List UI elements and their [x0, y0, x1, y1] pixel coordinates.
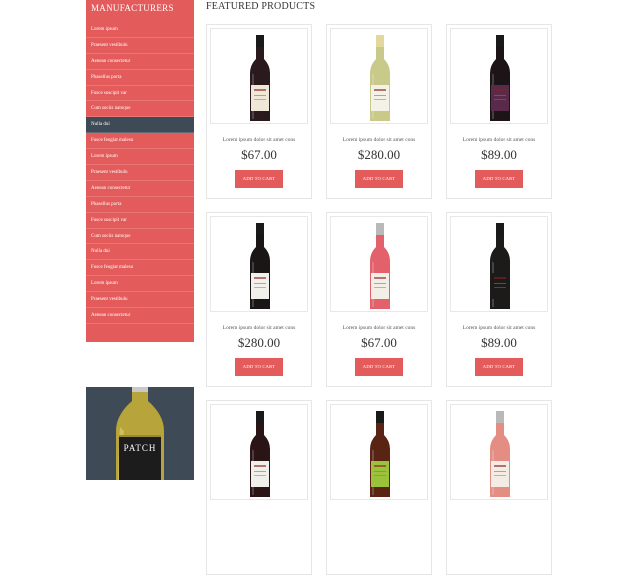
- product-card[interactable]: Lorem ipsum dolor sit amet cons $89.00 ADD…: [446, 212, 552, 387]
- promo-banner[interactable]: PATCH: [86, 387, 194, 480]
- manufacturer-link[interactable]: Aenean consectetur: [86, 54, 194, 70]
- manufacturer-link[interactable]: Lorem ipsum: [86, 149, 194, 166]
- add-to-cart-button[interactable]: ADD TO CART: [475, 358, 523, 376]
- product-image[interactable]: [210, 28, 308, 124]
- add-to-cart-button[interactable]: ADD TO CART: [235, 170, 283, 188]
- product-card[interactable]: Lorem ipsum dolor sit amet cons $67.00 ADD…: [326, 212, 432, 387]
- product-image[interactable]: [210, 216, 308, 312]
- product-card[interactable]: [206, 400, 312, 575]
- product-image[interactable]: [330, 28, 428, 124]
- add-to-cart-button[interactable]: ADD TO CART: [355, 358, 403, 376]
- manufacturer-link[interactable]: Fusce suscipit var: [86, 86, 194, 102]
- manufacturer-link[interactable]: Lorem ipsum: [86, 276, 194, 293]
- product-price: $67.00: [241, 147, 277, 162]
- product-image[interactable]: [210, 404, 308, 500]
- add-to-cart-button[interactable]: ADD TO CART: [475, 170, 523, 188]
- product-description: Lorem ipsum dolor sit amet cons: [222, 325, 296, 331]
- product-image[interactable]: [450, 28, 548, 124]
- manufacturer-link[interactable]: Aenean consectetur: [86, 181, 194, 197]
- product-description: Lorem ipsum dolor sit amet cons: [462, 137, 536, 143]
- product-card[interactable]: Lorem ipsum dolor sit amet cons $280.00 AD…: [326, 24, 432, 199]
- sidebar-title: MANUFACTURERS: [91, 3, 174, 13]
- product-card[interactable]: [446, 400, 552, 575]
- manufacturer-link[interactable]: Praesent vestibulu: [86, 38, 194, 54]
- product-price: $280.00: [357, 147, 401, 162]
- product-description: Lorem ipsum dolor sit amet cons: [342, 325, 416, 331]
- product-description: Lorem ipsum dolor sit amet cons: [462, 325, 536, 331]
- product-image[interactable]: [330, 404, 428, 500]
- manufacturer-link[interactable]: Fusce feugiat malesu: [86, 133, 194, 150]
- manufacturer-list: Lorem ipsum Praesent vestibulu Aenean cons…: [86, 22, 194, 324]
- product-card[interactable]: Lorem ipsum dolor sit amet cons $67.00 ADD…: [206, 24, 312, 199]
- product-image[interactable]: [450, 404, 548, 500]
- manufacturer-link[interactable]: Fusce feugiat malesu: [86, 260, 194, 277]
- add-to-cart-button[interactable]: ADD TO CART: [235, 358, 283, 376]
- banner-bottle-image: [86, 387, 194, 480]
- manufacturer-link[interactable]: Lorem ipsum: [86, 22, 194, 38]
- product-price: $89.00: [481, 335, 517, 350]
- product-description: Lorem ipsum dolor sit amet cons: [342, 137, 416, 143]
- manufacturers-sidebar: MANUFACTURERS Lorem ipsum Praesent vestib…: [86, 0, 194, 342]
- product-card[interactable]: Lorem ipsum dolor sit amet cons $89.00 ADD…: [446, 24, 552, 199]
- product-card[interactable]: [326, 400, 432, 575]
- manufacturer-link[interactable]: Nulla dui: [86, 244, 194, 261]
- product-image[interactable]: [330, 216, 428, 312]
- banner-label: PATCH: [123, 443, 157, 453]
- manufacturer-link[interactable]: Phasellus porta: [86, 197, 194, 213]
- manufacturer-link[interactable]: Cum sociis natoque: [86, 101, 194, 118]
- product-price: $280.00: [237, 335, 281, 350]
- manufacturer-link[interactable]: Praesent vestibulu: [86, 165, 194, 181]
- product-price: $67.00: [361, 335, 397, 350]
- product-description: Lorem ipsum dolor sit amet cons: [222, 137, 296, 143]
- manufacturer-link[interactable]: Nulla dui: [86, 117, 194, 134]
- product-price: $89.00: [481, 147, 517, 162]
- add-to-cart-button[interactable]: ADD TO CART: [355, 170, 403, 188]
- product-image[interactable]: [450, 216, 548, 312]
- page-title: FEATURED PRODUCTS: [206, 1, 316, 12]
- manufacturer-link[interactable]: Praesent vestibulu: [86, 292, 194, 309]
- manufacturer-link[interactable]: Aenean consectetur: [86, 308, 194, 324]
- manufacturer-link[interactable]: Fusce suscipit var: [86, 213, 194, 229]
- manufacturer-link[interactable]: Phasellus porta: [86, 70, 194, 86]
- product-card[interactable]: Lorem ipsum dolor sit amet cons $280.00 AD…: [206, 212, 312, 387]
- manufacturer-link[interactable]: Cum sociis natoque: [86, 229, 194, 245]
